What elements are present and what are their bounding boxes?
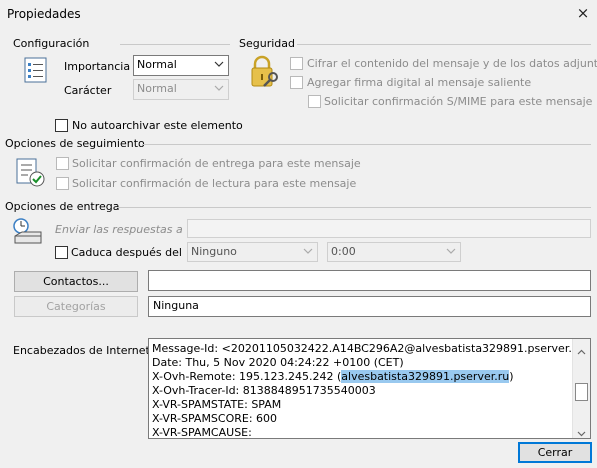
- header-line: X-VR-SPAMSTATE: SPAM: [152, 398, 282, 411]
- contactos-input[interactable]: [148, 270, 591, 291]
- cifrar-checkbox[interactable]: [290, 57, 303, 70]
- scroll-up-icon[interactable]: [577, 345, 586, 358]
- remote-highlight: alvesbatista329891.pserver.ru: [341, 370, 510, 383]
- categorias-input[interactable]: Ninguna: [148, 296, 591, 317]
- firma-label: Agregar firma digital al mensaje salient…: [307, 76, 532, 89]
- chevron-down-icon: [214, 83, 224, 93]
- caduca-hora-select[interactable]: 0:00: [327, 242, 461, 262]
- configuracion-divider: [120, 44, 230, 45]
- smime-label: Solicitar confirmación S/MIME para este …: [324, 95, 593, 108]
- no-autoarchivar-label: No autoarchivar este elemento: [72, 119, 243, 132]
- enviar-respuestas-label: Enviar las respuestas a: [55, 223, 183, 236]
- cerrar-button[interactable]: Cerrar: [518, 442, 592, 463]
- enviar-respuestas-input[interactable]: [187, 219, 591, 238]
- no-autoarchivar-checkbox[interactable]: [55, 119, 68, 132]
- confirmacion-entrega-checkbox[interactable]: [56, 157, 69, 170]
- cifrar-label: Cifrar el contenido del mensaje y de los…: [307, 57, 597, 70]
- entrega-divider: [117, 207, 591, 208]
- seguimiento-title: Opciones de seguimiento: [5, 137, 145, 150]
- chevron-down-icon: [214, 59, 224, 69]
- header-line: X-VR-SPAMSCORE: 600: [152, 412, 278, 425]
- firma-checkbox[interactable]: [290, 76, 303, 89]
- caracter-select[interactable]: Normal: [133, 79, 229, 100]
- clock-tray-icon: [12, 217, 44, 247]
- smime-checkbox[interactable]: [308, 95, 321, 108]
- close-button[interactable]: ×: [572, 2, 594, 24]
- encabezados-textarea[interactable]: Message-Id: <20201105032422.A14BC296A2@a…: [148, 338, 591, 439]
- caduca-checkbox[interactable]: [55, 246, 68, 259]
- lock-key-icon: [249, 55, 281, 89]
- checklist-icon: [16, 158, 46, 188]
- seguridad-divider: [297, 44, 591, 45]
- encabezados-label: Encabezados de Internet: [13, 344, 150, 357]
- header-line: Date: Thu, 5 Nov 2020 04:24:22 +0100 (CE…: [152, 356, 404, 369]
- window-title: Propiedades: [7, 7, 81, 21]
- confirmacion-entrega-label: Solicitar confirmación de entrega para e…: [72, 157, 361, 170]
- caduca-label: Caduca después del: [71, 246, 182, 259]
- importancia-select[interactable]: Normal: [133, 55, 229, 76]
- importancia-value: Normal: [137, 58, 177, 71]
- confirmacion-lectura-checkbox[interactable]: [56, 177, 69, 190]
- caduca-fecha-select[interactable]: Ninguno: [187, 242, 318, 262]
- contactos-button[interactable]: Contactos...: [14, 271, 138, 292]
- chevron-down-icon: [303, 246, 313, 256]
- header-line: Message-Id: <20201105032422.A14BC296A2@a…: [152, 342, 591, 355]
- caracter-label: Carácter: [64, 84, 112, 97]
- document-settings-icon: [24, 57, 48, 83]
- caracter-value: Normal: [137, 82, 177, 95]
- categorias-button[interactable]: Categorías: [14, 296, 138, 317]
- chevron-down-icon: [446, 246, 456, 256]
- remote-suffix: ): [509, 370, 514, 383]
- scroll-down-icon[interactable]: [577, 427, 586, 438]
- scroll-thumb[interactable]: [575, 383, 588, 401]
- header-line-remote: X-Ovh-Remote: 195.123.245.242 (alvesbati…: [152, 370, 514, 383]
- caduca-hora-value: 0:00: [331, 245, 356, 258]
- caduca-fecha-value: Ninguno: [191, 245, 237, 258]
- header-line: X-Ovh-Tracer-Id: 8138848951735540003: [152, 384, 376, 397]
- remote-prefix: X-Ovh-Remote: 195.123.245.242 (: [152, 370, 342, 383]
- entrega-title: Opciones de entrega: [5, 200, 120, 213]
- configuracion-title: Configuración: [13, 37, 90, 50]
- header-line: X-VR-SPAMCAUSE:: [152, 426, 252, 439]
- confirmacion-lectura-label: Solicitar confirmación de lectura para e…: [72, 177, 357, 190]
- seguridad-title: Seguridad: [239, 37, 295, 50]
- headers-scrollbar[interactable]: [572, 339, 590, 438]
- importancia-label: Importancia: [64, 60, 131, 73]
- seguimiento-divider: [142, 144, 591, 145]
